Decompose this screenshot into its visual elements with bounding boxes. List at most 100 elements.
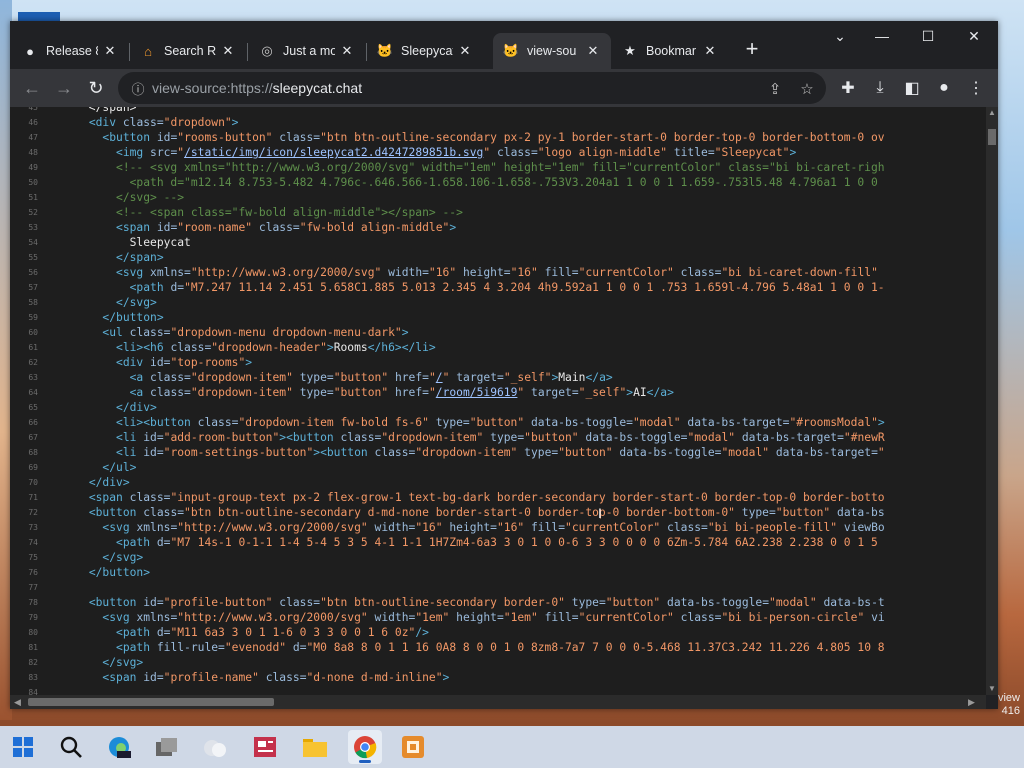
line-number: 47 bbox=[28, 133, 38, 142]
side-panel-icon[interactable]: ◧ bbox=[898, 74, 926, 102]
close-tab-icon[interactable]: ✕ bbox=[102, 43, 118, 59]
source-line: 72 <button class="btn btn-outline-second… bbox=[10, 505, 986, 520]
bookmark-star-icon[interactable]: ☆ bbox=[796, 78, 818, 100]
corner-text-1: view bbox=[997, 692, 1020, 704]
line-code: <svg xmlns="http://www.w3.org/2000/svg" … bbox=[102, 521, 885, 534]
line-number: 65 bbox=[28, 403, 38, 412]
vertical-scroll-thumb[interactable] bbox=[988, 129, 996, 145]
url-text[interactable]: view-source:https://sleepycat.chat bbox=[152, 80, 362, 96]
line-number: 84 bbox=[28, 688, 38, 695]
line-code: <path d="m12.14 8.753-5.482 4.796c-.646.… bbox=[129, 176, 878, 189]
windows-start-icon[interactable] bbox=[6, 730, 40, 764]
tab-3[interactable]: ◎ Just a mo ✕ bbox=[249, 33, 365, 69]
line-number: 81 bbox=[28, 643, 38, 652]
tab-separator bbox=[247, 43, 248, 61]
close-window-button[interactable]: ✕ bbox=[960, 25, 988, 47]
line-number: 78 bbox=[28, 598, 38, 607]
close-tab-icon[interactable]: ✕ bbox=[702, 43, 718, 59]
line-code: <li id="room-settings-button"><button cl… bbox=[116, 446, 885, 459]
weather-icon[interactable] bbox=[198, 730, 232, 764]
line-number: 70 bbox=[28, 478, 38, 487]
source-line: 46 <div class="dropdown"> bbox=[10, 115, 986, 130]
close-tab-icon[interactable]: ✕ bbox=[220, 43, 236, 59]
tab-search-button[interactable]: ⌄ bbox=[826, 25, 854, 47]
file-explorer-icon[interactable] bbox=[298, 730, 332, 764]
line-code: <svg xmlns="http://www.w3.org/2000/svg" … bbox=[102, 611, 885, 624]
task-view-icon[interactable] bbox=[150, 730, 184, 764]
download-icon[interactable]: ⤓ bbox=[866, 74, 894, 102]
edge-beta-icon[interactable] bbox=[102, 730, 136, 764]
source-line: 64 <a class="dropdown-item" type="button… bbox=[10, 385, 986, 400]
source-line: 51 </svg> --> bbox=[10, 190, 986, 205]
line-number: 80 bbox=[28, 628, 38, 637]
line-number: 76 bbox=[28, 568, 38, 577]
info-icon[interactable]: ⓘ bbox=[130, 80, 146, 97]
new-tab-button[interactable]: + bbox=[738, 35, 766, 63]
line-number: 74 bbox=[28, 538, 38, 547]
menu-icon[interactable]: ⋮ bbox=[962, 74, 990, 102]
line-number: 71 bbox=[28, 493, 38, 502]
forward-button[interactable]: → bbox=[50, 74, 78, 102]
chrome-icon[interactable] bbox=[348, 730, 382, 764]
line-number: 54 bbox=[28, 238, 38, 247]
app-icon[interactable] bbox=[396, 730, 430, 764]
tab-6[interactable]: ★ Bookmar ✕ bbox=[612, 33, 728, 69]
line-code: <span id="room-name" class="fw-bold alig… bbox=[116, 221, 457, 234]
close-tab-icon[interactable]: ✕ bbox=[585, 43, 601, 59]
source-line: 84 bbox=[10, 685, 986, 695]
line-code: <span id="profile-name" class="d-none d-… bbox=[102, 671, 450, 684]
line-code: <a class="dropdown-item" type="button" h… bbox=[129, 386, 674, 399]
line-number: 49 bbox=[28, 163, 38, 172]
source-line: 80 <path d="M11 6a3 3 0 1 1-6 0 3 3 0 0 … bbox=[10, 625, 986, 640]
line-number: 66 bbox=[28, 418, 38, 427]
source-line: 81 <path fill-rule="evenodd" d="M0 8a8 8… bbox=[10, 640, 986, 655]
reload-button[interactable]: ↻ bbox=[82, 74, 110, 102]
news-icon[interactable] bbox=[248, 730, 282, 764]
source-line: 78 <button id="profile-button" class="bt… bbox=[10, 595, 986, 610]
scroll-right-icon[interactable]: ▶ bbox=[968, 697, 975, 708]
maximize-button[interactable]: ☐ bbox=[914, 25, 942, 47]
address-bar[interactable]: ⓘ view-source:https://sleepycat.chat ⇪ ☆ bbox=[118, 72, 826, 104]
source-line: 77 bbox=[10, 580, 986, 595]
tab-2[interactable]: ⌂ Search Re ✕ bbox=[130, 33, 246, 69]
scroll-down-icon[interactable]: ▼ bbox=[988, 685, 996, 693]
scroll-up-icon[interactable]: ▲ bbox=[988, 109, 996, 117]
minimize-button[interactable]: — bbox=[868, 25, 896, 47]
text-cursor-icon: Ι bbox=[598, 505, 602, 521]
line-code: <!-- <svg xmlns="http://www.w3.org/2000/… bbox=[116, 161, 885, 174]
source-line: 52 <!-- <span class="fw-bold align-middl… bbox=[10, 205, 986, 220]
extensions-icon[interactable]: ✚ bbox=[834, 74, 862, 102]
source-line: 49 <!-- <svg xmlns="http://www.w3.org/20… bbox=[10, 160, 986, 175]
scroll-left-icon[interactable]: ◀ bbox=[14, 697, 21, 708]
star-icon: ★ bbox=[624, 43, 636, 58]
source-line: 68 <li id="room-settings-button"><button… bbox=[10, 445, 986, 460]
line-code: </svg> --> bbox=[116, 191, 185, 204]
back-button[interactable]: ← bbox=[18, 74, 46, 102]
close-tab-icon[interactable]: ✕ bbox=[339, 43, 355, 59]
tab-4[interactable]: 🐱 Sleepycat ✕ bbox=[367, 33, 483, 69]
profile-icon[interactable]: ● bbox=[930, 74, 958, 102]
search-icon[interactable] bbox=[54, 730, 88, 764]
line-code: <li id="add-room-button"><button class="… bbox=[116, 431, 885, 444]
line-number: 79 bbox=[28, 613, 38, 622]
source-line: 65 </div> bbox=[10, 400, 986, 415]
source-line: 74 <path d="M7 14s-1 0-1-1 1-4 5-4 5 3 5… bbox=[10, 535, 986, 550]
source-view[interactable]: 45 </span> 46 <div class="dropdown"> 47 <b… bbox=[10, 107, 986, 695]
line-number: 77 bbox=[28, 583, 38, 592]
share-icon[interactable]: ⇪ bbox=[764, 78, 786, 100]
vertical-scrollbar[interactable]: ▲ ▼ bbox=[986, 107, 998, 695]
line-code: <ul class="dropdown-menu dropdown-menu-d… bbox=[102, 326, 409, 339]
tab-title: Search Re bbox=[164, 44, 216, 58]
home-icon: ⌂ bbox=[144, 43, 152, 59]
tab-1[interactable]: ● Release 8 ✕ bbox=[12, 33, 128, 69]
tab-title: Just a mo bbox=[283, 44, 335, 58]
line-code: <svg xmlns="http://www.w3.org/2000/svg" … bbox=[116, 266, 878, 279]
horizontal-scrollbar[interactable]: ◀ ▶ bbox=[10, 695, 986, 709]
line-code: Sleepycat bbox=[48, 236, 191, 249]
close-tab-icon[interactable]: ✕ bbox=[457, 43, 473, 59]
github-icon: ● bbox=[26, 43, 34, 59]
source-line: 60 <ul class="dropdown-menu dropdown-men… bbox=[10, 325, 986, 340]
line-number: 53 bbox=[28, 223, 38, 232]
horizontal-scroll-thumb[interactable] bbox=[28, 698, 274, 706]
tab-5[interactable]: 🐱 view-sou ✕ bbox=[493, 33, 611, 69]
